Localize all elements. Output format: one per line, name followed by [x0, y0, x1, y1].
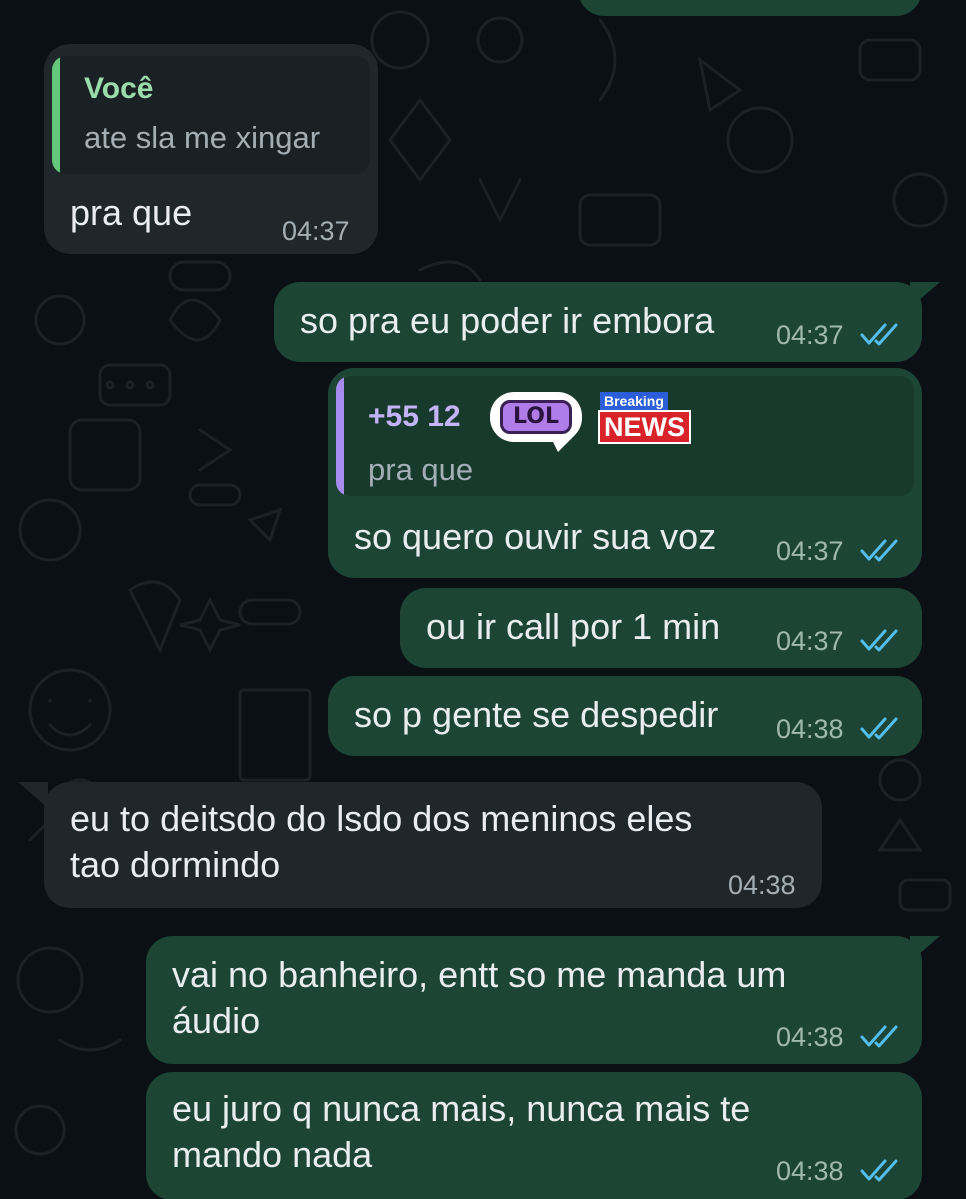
message-bubble-incoming[interactable]: eu to deitsdo do lsdo dos meninos eles t…	[44, 782, 822, 908]
lol-pointer	[550, 436, 574, 452]
message-bubble-outgoing[interactable]: eu juro q nunca mais, nunca mais te mand…	[146, 1072, 922, 1199]
message-time: 04:38	[776, 1156, 844, 1186]
message-time: 04:38	[728, 870, 796, 900]
double-check-icon	[860, 629, 898, 652]
message-text: vai no banheiro, entt so me manda um áud…	[172, 954, 787, 1041]
message-bubble-outgoing[interactable]: ou ir call por 1 min 04:37	[400, 588, 922, 668]
message-text: so pra eu poder ir embora	[300, 300, 715, 341]
quote-accent-bar	[336, 376, 344, 496]
message-text: ou ir call por 1 min	[426, 606, 721, 647]
double-check-icon	[860, 1025, 898, 1048]
double-check-icon	[860, 1159, 898, 1182]
breaking-label: Breaking	[600, 392, 668, 410]
quote-accent-bar	[52, 56, 60, 174]
message-time: 04:37	[776, 536, 844, 566]
quote-author: Você	[84, 72, 154, 105]
quote-text: pra que	[368, 452, 474, 487]
news-label: NEWS	[598, 410, 691, 444]
message-text: so quero ouvir sua voz	[354, 516, 717, 557]
message-bubble-outgoing[interactable]: vai no banheiro, entt so me manda um áud…	[146, 936, 922, 1064]
quoted-message[interactable]: Você ate sla me xingar	[52, 56, 370, 174]
message-time: 04:38	[776, 714, 844, 744]
double-check-icon	[860, 539, 898, 562]
quote-author: +55 12	[368, 400, 461, 433]
message-bubble-partial[interactable]	[578, 0, 922, 16]
double-check-icon	[860, 323, 898, 346]
message-text: so p gente se despedir	[354, 694, 719, 735]
message-text: eu juro q nunca mais, nunca mais te mand…	[172, 1088, 751, 1175]
message-time: 04:37	[776, 320, 844, 350]
lol-text: LOL	[500, 400, 572, 434]
double-check-icon	[860, 717, 898, 740]
message-time: 04:37	[776, 626, 844, 656]
message-text: pra que	[70, 192, 193, 233]
chat-area[interactable]: Você ate sla me xingar pra que 04:37 so …	[0, 0, 966, 1199]
lol-sticker: LOL	[490, 392, 586, 452]
breaking-news-sticker: Breaking NEWS	[594, 390, 702, 448]
quote-text: ate sla me xingar	[84, 120, 321, 155]
message-text: eu to deitsdo do lsdo dos meninos eles t…	[70, 798, 693, 885]
message-bubble-incoming[interactable]: Você ate sla me xingar pra que 04:37	[44, 44, 378, 254]
message-time: 04:38	[776, 1022, 844, 1052]
message-time: 04:37	[282, 216, 350, 246]
message-bubble-outgoing[interactable]: so pra eu poder ir embora 04:37	[274, 282, 922, 362]
message-bubble-outgoing[interactable]: so p gente se despedir 04:38	[328, 676, 922, 756]
